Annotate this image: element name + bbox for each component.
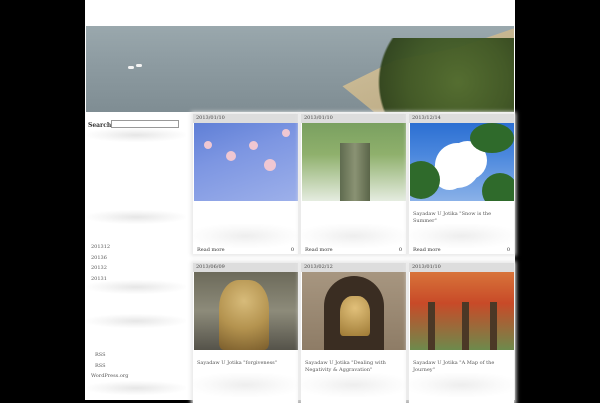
banyan-tree-photo[interactable] <box>302 123 406 201</box>
rss-link[interactable]: RSS <box>91 350 128 361</box>
archive-link[interactable]: 201312 <box>91 242 110 253</box>
plum-blossom-photo[interactable] <box>194 123 298 201</box>
sidebar: Search 201312 20136 20132 20131 RSS RSS … <box>86 118 186 400</box>
post-date: 2013/01/10 <box>301 114 406 123</box>
search-input[interactable] <box>111 120 179 128</box>
sidebar-divider <box>86 314 186 328</box>
card-fade <box>409 373 514 397</box>
post-card: 2013/01/10 Sayadaw U Jotika "A Map of th… <box>409 263 514 403</box>
read-more-link[interactable]: Read more <box>413 247 441 253</box>
card-fade <box>301 224 406 248</box>
post-title[interactable]: Sayadaw U Jotika "A Map of the Journey" <box>413 360 509 373</box>
post-title[interactable]: Sayadaw U Jotika "Dealing with Negativit… <box>305 360 401 373</box>
comment-count: 0 <box>398 247 402 253</box>
card-fade <box>409 224 514 248</box>
post-date: 2013/06/09 <box>193 263 298 272</box>
post-date: 2013/01/10 <box>193 114 298 123</box>
read-more-link[interactable]: Read more <box>305 247 333 253</box>
read-more-link[interactable]: Read more <box>197 247 225 253</box>
post-card: 2013/12/14 Sayadaw U Jotika "Snow is the… <box>409 114 514 254</box>
post-title[interactable]: Sayadaw U Jotika "forgiveness" <box>197 360 293 367</box>
sidebar-divider <box>86 210 186 224</box>
swan-shape <box>136 64 142 67</box>
card-fade <box>193 224 298 248</box>
cloud-tree-photo[interactable] <box>410 123 514 201</box>
header-image <box>86 26 514 112</box>
comment-count: 0 <box>290 247 294 253</box>
archive-link[interactable]: 20136 <box>91 253 110 264</box>
card-fade <box>193 373 298 397</box>
comment-count: 0 <box>506 247 510 253</box>
post-card: 2013/06/09 Sayadaw U Jotika "forgiveness… <box>193 263 298 403</box>
post-card: 2013/01/10 Read more 0 <box>301 114 406 254</box>
sidebar-divider <box>86 128 186 142</box>
sidebar-divider <box>86 280 186 294</box>
post-date: 2013/02/12 <box>301 263 406 272</box>
post-date: 2013/01/10 <box>409 263 514 272</box>
autumn-forest-photo[interactable] <box>410 272 514 350</box>
wordpress-link[interactable]: WordPress.org <box>91 371 128 382</box>
swan-shape <box>128 66 134 69</box>
buddha-niche-photo[interactable] <box>302 272 406 350</box>
post-title[interactable]: Sayadaw U Jotika "Snow is the Summer" <box>413 211 509 224</box>
grass-shape <box>356 38 514 112</box>
archive-link[interactable]: 20132 <box>91 263 110 274</box>
meta-list: RSS RSS WordPress.org <box>91 350 128 382</box>
post-date: 2013/12/14 <box>409 114 514 123</box>
card-fade <box>301 373 406 397</box>
post-card: 2013/01/10 Read more 0 <box>193 114 298 254</box>
rss-link[interactable]: RSS <box>91 361 128 372</box>
buddha-statue-photo[interactable] <box>194 272 298 350</box>
post-card: 2013/02/12 Sayadaw U Jotika "Dealing wit… <box>301 263 406 403</box>
sidebar-divider <box>86 381 186 395</box>
archive-list: 201312 20136 20132 20131 <box>91 242 110 284</box>
